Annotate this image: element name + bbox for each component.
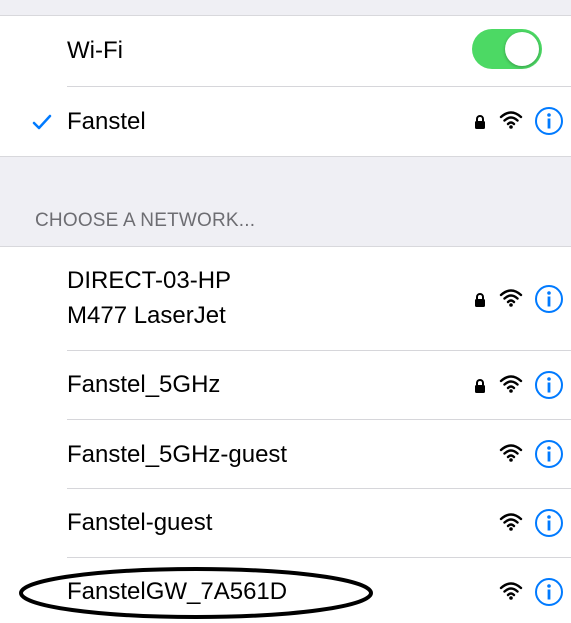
network-row[interactable]: DIRECT-03-HP M477 LaserJet: [0, 248, 571, 349]
network-status-icons: [431, 506, 571, 540]
network-name-line2: M477 LaserJet: [67, 302, 226, 329]
top-band: [0, 0, 571, 16]
connected-network-row[interactable]: Fanstel: [0, 87, 571, 156]
info-icon[interactable]: [534, 508, 564, 538]
highlight-ellipse: [19, 567, 373, 619]
info-icon[interactable]: [534, 577, 564, 607]
network-name: Fanstel_5GHz-guest: [67, 441, 288, 468]
wifi-icon: [499, 444, 523, 462]
network-name-line1: DIRECT-03-HP: [67, 267, 232, 294]
info-icon[interactable]: [534, 370, 564, 400]
wifi-icon: [499, 111, 523, 129]
section-header: CHOOSE A NETWORK...: [35, 210, 256, 231]
wifi-icon: [499, 375, 523, 393]
lock-icon: [475, 115, 485, 129]
connected-network-name: Fanstel: [67, 108, 146, 135]
network-status-icons: [431, 104, 571, 138]
network-status-icons: [431, 575, 571, 609]
network-name: Fanstel-guest: [67, 509, 213, 536]
info-icon[interactable]: [534, 106, 564, 136]
wifi-icon: [499, 289, 523, 307]
wifi-label: Wi-Fi: [67, 37, 123, 64]
info-icon[interactable]: [534, 284, 564, 314]
lock-icon: [475, 293, 485, 307]
wifi-toggle[interactable]: [472, 29, 542, 69]
wifi-icon: [499, 582, 523, 600]
network-status-icons: [431, 368, 571, 402]
wifi-toggle-row: Wi-Fi: [0, 17, 571, 86]
network-status-icons: [431, 282, 571, 316]
checkmark-icon: [32, 114, 52, 130]
network-row[interactable]: Fanstel-guest: [0, 489, 571, 556]
network-status-icons: [431, 437, 571, 471]
lock-icon: [475, 379, 485, 393]
wifi-icon: [499, 513, 523, 531]
info-icon[interactable]: [534, 439, 564, 469]
network-row[interactable]: Fanstel_5GHz-guest: [0, 420, 571, 487]
section-gap: [0, 156, 571, 247]
network-row[interactable]: Fanstel_5GHz: [0, 351, 571, 418]
network-name: Fanstel_5GHz: [67, 371, 221, 398]
toggle-knob: [505, 32, 539, 66]
